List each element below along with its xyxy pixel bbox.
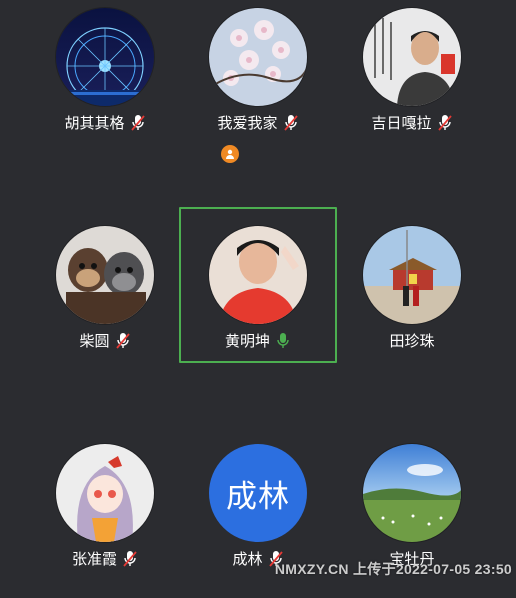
avatar <box>209 8 307 106</box>
mic-muted-icon <box>130 114 146 132</box>
mic-muted-icon <box>122 550 138 568</box>
mic-muted-icon <box>115 332 131 350</box>
participant-tile-7[interactable]: 张准霞 <box>28 444 182 598</box>
participant-name: 吉日嘎拉 <box>371 114 432 132</box>
host-icon <box>221 145 239 163</box>
participant-name: 柴圆 <box>79 332 110 350</box>
avatar <box>363 444 461 542</box>
mic-muted-icon <box>437 114 453 132</box>
mic-active-icon <box>275 332 291 350</box>
participant-name: 张准霞 <box>71 550 117 568</box>
participant-tile-1[interactable]: 胡其其格 <box>28 8 182 162</box>
participant-name: 我爱我家 <box>217 114 278 132</box>
text-avatar: 成林 <box>209 444 307 542</box>
avatar <box>363 8 461 106</box>
participant-tile-6[interactable]: 田珍珠 <box>335 226 489 380</box>
avatar <box>363 226 461 324</box>
avatar <box>209 226 307 324</box>
participant-tile-5[interactable]: 黄明坤 <box>181 226 335 380</box>
participant-name: 成林 <box>232 550 263 568</box>
avatar <box>56 444 154 542</box>
participant-name: 田珍珠 <box>389 332 435 350</box>
avatar <box>56 8 154 106</box>
watermark-text: NMXZY.CN 上传于2022-07-05 23:50 <box>274 561 512 577</box>
participant-tile-3[interactable]: 吉日嘎拉 <box>335 8 489 162</box>
avatar <box>56 226 154 324</box>
participant-name: 黄明坤 <box>224 332 270 350</box>
participant-tile-2[interactable]: 我爱我家 <box>181 8 335 163</box>
participant-tile-4[interactable]: 柴圆 <box>28 226 182 380</box>
participant-name: 胡其其格 <box>64 114 125 132</box>
mic-muted-icon <box>283 114 299 132</box>
